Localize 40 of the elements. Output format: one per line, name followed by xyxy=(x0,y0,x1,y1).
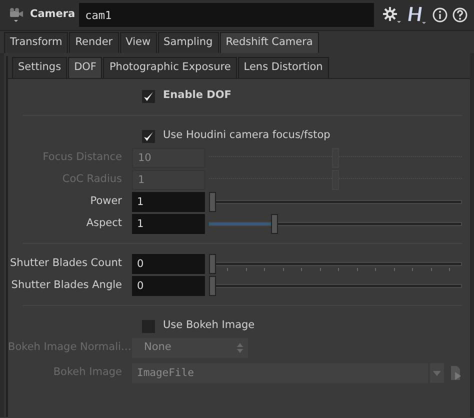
checkbox-label: Use Houdini camera focus/fstop xyxy=(163,128,330,144)
camera-icon[interactable] xyxy=(8,7,26,23)
tab[interactable]: Lens Distortion xyxy=(238,57,329,78)
checkbox-label: Enable DOF xyxy=(163,88,232,104)
tab[interactable]: DOF xyxy=(68,57,102,78)
field-label: Aspect xyxy=(85,216,123,232)
gear-icon[interactable] xyxy=(382,6,402,24)
tab[interactable]: Redshift Camera xyxy=(220,32,319,53)
slider-handle[interactable] xyxy=(209,276,216,296)
number-field[interactable]: 0 xyxy=(132,254,205,274)
slider-track[interactable] xyxy=(209,192,462,212)
slider-track[interactable] xyxy=(209,276,462,296)
number-field[interactable]: 0 xyxy=(132,276,205,296)
tab[interactable]: Settings xyxy=(12,57,68,78)
slider-handle[interactable] xyxy=(209,254,216,274)
checkbox-label: Use Bokeh Image xyxy=(163,318,255,334)
field-label: Shutter Blades Count xyxy=(9,256,123,272)
node-name-field[interactable]: cam1 xyxy=(79,3,374,27)
tab[interactable]: Sampling xyxy=(158,32,219,53)
number-field[interactable]: 1 xyxy=(132,192,205,212)
number-field[interactable]: 1 xyxy=(132,214,205,234)
slider-track[interactable] xyxy=(209,254,462,274)
checkbox[interactable] xyxy=(142,130,155,142)
tab[interactable]: Photographic Exposure xyxy=(103,57,237,78)
tab[interactable]: Render xyxy=(69,32,119,53)
slider-handle[interactable] xyxy=(209,192,216,212)
field-label: Power xyxy=(89,194,123,210)
checkbox[interactable] xyxy=(142,320,155,332)
field-label: Shutter Blades Angle xyxy=(10,278,123,294)
info-icon[interactable] xyxy=(432,7,448,23)
slider-track[interactable] xyxy=(209,214,462,234)
node-type-label: Camera xyxy=(30,7,76,22)
tab[interactable]: View xyxy=(120,32,157,53)
file-browse-icon[interactable] xyxy=(450,365,462,381)
tab[interactable]: Transform xyxy=(4,32,68,53)
updown-icon xyxy=(236,342,244,354)
help-icon[interactable] xyxy=(452,7,468,23)
checkbox[interactable] xyxy=(142,90,155,102)
slider-handle[interactable] xyxy=(270,214,278,234)
h-logo-icon[interactable] xyxy=(406,5,428,25)
